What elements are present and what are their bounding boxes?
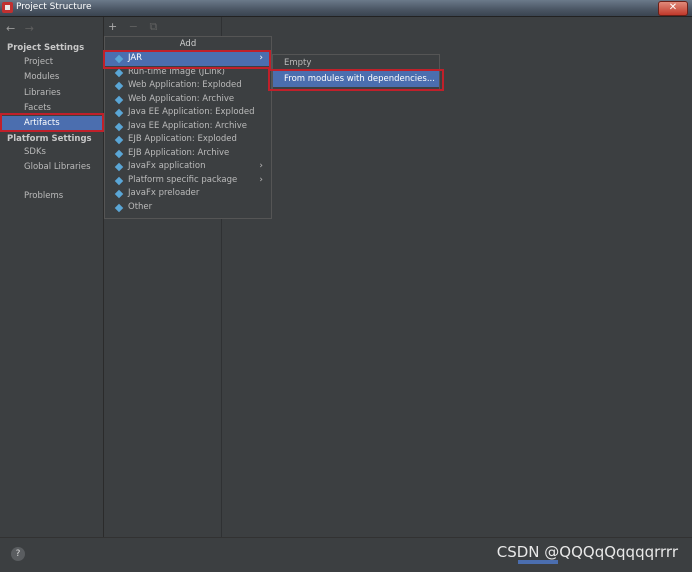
remove-icon[interactable]: − [129,20,138,33]
sidebar-item-project[interactable]: Project [0,55,103,70]
bottom-bar: ? CSDN @QQQqQqqqqrrrr [0,537,692,572]
nav-arrows: ← → [6,22,40,35]
menu-item-label: JavaFx application [128,161,206,171]
project-settings-heading: Project Settings [7,43,85,53]
sidebar-item-modules[interactable]: Modules [0,70,103,85]
menu-item-label: Other [128,201,153,212]
artifact-type-icon [115,150,123,158]
artifact-type-icon [115,177,123,185]
menu-item-platform-specific-package[interactable]: Platform specific package › [105,174,271,188]
menu-item-other[interactable]: Other [105,201,271,215]
back-arrow-icon[interactable]: ← [6,22,15,35]
sidebar-item-global-libraries[interactable]: Global Libraries [0,160,103,175]
artifact-type-icon [115,109,123,117]
watermark-text: CSDN @QQQqQqqqqrrrr [496,543,678,561]
help-button[interactable]: ? [11,547,25,561]
artifacts-highlight-box [0,113,104,132]
artifacts-toolbar: + − ⧉ [108,20,165,34]
artifact-type-icon [115,204,123,212]
menu-item-java-ee-application-archive[interactable]: Java EE Application: Archive [105,120,271,134]
sidebar-item-problems[interactable]: Problems [0,189,103,204]
add-icon[interactable]: + [108,20,117,33]
platform-settings-heading: Platform Settings [7,134,92,144]
menu-item-label: EJB Application: Exploded [128,134,237,144]
artifact-type-icon [115,136,123,144]
artifact-type-icon [115,123,123,131]
close-button[interactable]: ✕ [658,1,688,16]
menu-item-label: Java EE Application: Archive [128,120,247,131]
menu-item-java-ee-application-exploded[interactable]: Java EE Application: Exploded [105,106,271,120]
artifact-type-icon [115,82,123,90]
menu-item-label: Web Application: Exploded [128,80,242,90]
window-title: Project Structure [16,2,92,12]
menu-item-web-application-exploded[interactable]: Web Application: Exploded [105,79,271,93]
artifact-type-icon [115,163,123,171]
menu-item-javafx-application[interactable]: JavaFx application › [105,160,271,174]
menu-item-javafx-preloader[interactable]: JavaFx preloader [105,187,271,201]
title-bar: Project Structure ✕ [0,0,692,17]
menu-item-ejb-application-exploded[interactable]: EJB Application: Exploded [105,133,271,147]
menu-item-label: Web Application: Archive [128,93,235,104]
menu-item-label: Platform specific package [128,174,238,185]
menu-item-label: Java EE Application: Exploded [128,107,255,117]
from-modules-highlight-box [268,69,444,91]
menu-item-label: EJB Application: Archive [128,147,230,158]
menu-item-web-application-archive[interactable]: Web Application: Archive [105,93,271,107]
sidebar-item-libraries[interactable]: Libraries [0,86,103,101]
artifact-type-icon [115,190,123,198]
copy-icon[interactable]: ⧉ [149,20,157,33]
artifact-type-icon [115,96,123,104]
submenu-arrow-icon: › [259,161,263,171]
sidebar-item-sdks[interactable]: SDKs [0,145,103,160]
menu-item-label: JavaFx preloader [128,188,200,198]
menu-item-ejb-application-archive[interactable]: EJB Application: Archive [105,147,271,161]
submenu-arrow-icon: › [259,174,263,185]
settings-sidebar: ← → Project Settings Project Modules Lib… [0,17,104,537]
app-icon [2,2,13,13]
jar-highlight-box [103,50,271,69]
artifact-type-icon [115,69,123,77]
forward-arrow-icon[interactable]: → [25,22,34,35]
